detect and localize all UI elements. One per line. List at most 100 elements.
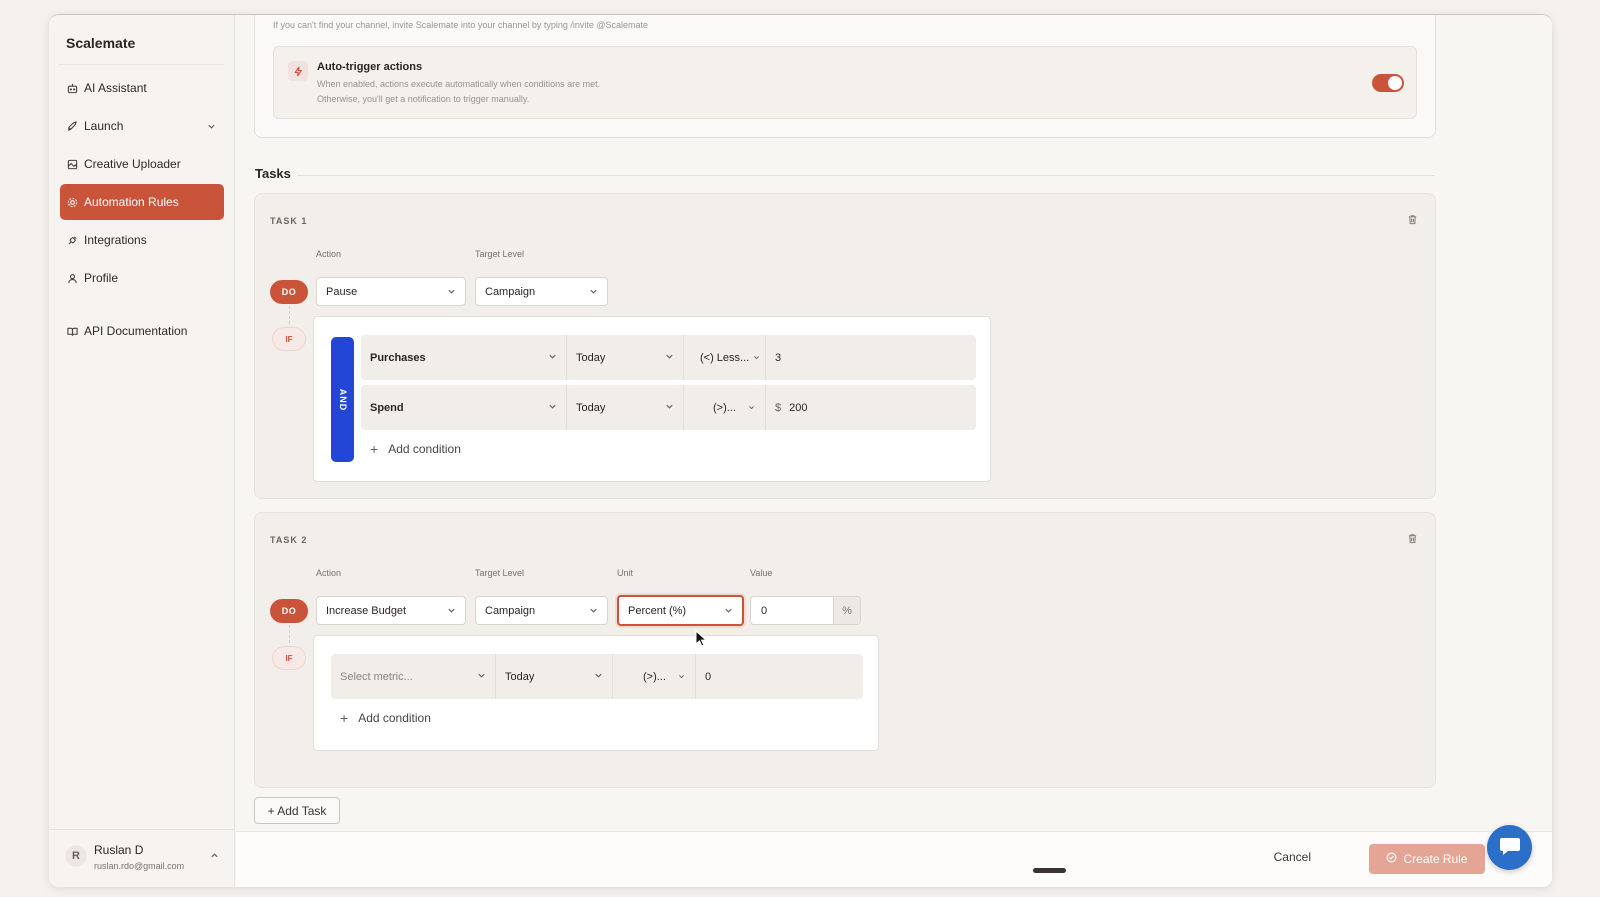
drag-handle[interactable] xyxy=(1033,868,1066,873)
task-label: TASK 2 xyxy=(270,535,308,545)
period-select[interactable]: Today xyxy=(496,654,613,699)
chevron-down-icon xyxy=(589,287,598,299)
chat-support-button[interactable] xyxy=(1487,825,1532,870)
connector xyxy=(289,625,290,643)
add-task-button[interactable]: + Add Task xyxy=(254,797,340,824)
chat-bubble-icon xyxy=(1499,836,1521,859)
target-level-select[interactable]: Campaign xyxy=(475,277,608,306)
user-menu[interactable]: R Ruslan D ruslan.rdo@gmail.com xyxy=(49,829,235,887)
condition-value-input[interactable]: 3 xyxy=(766,335,976,380)
sidebar-item-label: Automation Rules xyxy=(84,195,179,209)
create-rule-label: Create Rule xyxy=(1403,852,1468,866)
brand-name: Scalemate xyxy=(66,35,136,51)
task-card-1: TASK 1 Action Target Level DO Pause Camp… xyxy=(254,193,1436,499)
if-badge: IF xyxy=(272,327,306,351)
action-label: Action xyxy=(316,568,342,578)
metric-select[interactable]: Purchases xyxy=(361,335,567,380)
sidebar-item-launch[interactable]: Launch xyxy=(60,108,224,144)
period-value: Today xyxy=(576,351,606,364)
user-name: Ruslan D xyxy=(94,843,144,857)
unit-value: Percent (%) xyxy=(628,604,687,617)
value-input[interactable]: 0 % xyxy=(750,596,861,625)
and-operator-toggle[interactable]: AND xyxy=(331,337,354,462)
operator-select[interactable]: (<) Less... xyxy=(684,335,766,380)
auto-trigger-description: Otherwise, you'll get a notification to … xyxy=(317,94,530,104)
action-select[interactable]: Increase Budget xyxy=(316,596,466,625)
auto-trigger-panel: Auto-trigger actions When enabled, actio… xyxy=(273,46,1417,119)
rocket-icon xyxy=(66,120,78,132)
trash-icon[interactable] xyxy=(1407,533,1418,547)
chevron-down-icon xyxy=(477,671,486,683)
sidebar-item-automation-rules[interactable]: Automation Rules xyxy=(60,184,224,220)
sidebar-item-ai-assistant[interactable]: AI Assistant xyxy=(60,70,224,106)
chevron-down-icon xyxy=(678,671,685,683)
target-level-value: Campaign xyxy=(485,285,536,298)
action-label: Action xyxy=(316,249,342,259)
sidebar: Scalemate AI Assistant Launch Creative U… xyxy=(49,15,235,887)
tasks-heading: Tasks xyxy=(255,166,291,181)
chevron-up-icon[interactable] xyxy=(210,849,219,863)
operator-select[interactable]: (>)... xyxy=(613,654,696,699)
action-value: Pause xyxy=(326,285,358,298)
condition-value: 200 xyxy=(789,401,808,414)
sidebar-item-profile[interactable]: Profile xyxy=(60,260,224,296)
plug-icon xyxy=(66,234,78,246)
sidebar-item-integrations[interactable]: Integrations xyxy=(60,222,224,258)
plus-icon: + xyxy=(370,441,379,457)
user-icon xyxy=(66,272,78,284)
period-select[interactable]: Today xyxy=(567,385,684,430)
task-label: TASK 1 xyxy=(270,216,308,226)
metric-value: Spend xyxy=(370,401,404,414)
chevron-down-icon xyxy=(753,352,760,364)
target-level-label: Target Level xyxy=(475,568,525,578)
value-label: Value xyxy=(750,568,773,578)
metric-select[interactable]: Select metric... xyxy=(331,654,496,699)
auto-trigger-title: Auto-trigger actions xyxy=(317,61,423,73)
value-text: 0 xyxy=(761,605,768,617)
condition-value-input[interactable]: 0 xyxy=(696,654,863,699)
period-select[interactable]: Today xyxy=(567,335,684,380)
operator-select[interactable]: (>)... xyxy=(684,385,766,430)
chevron-down-icon xyxy=(548,352,557,364)
do-badge: DO xyxy=(270,599,308,623)
chevron-down-icon xyxy=(748,402,755,414)
sidebar-item-label: Launch xyxy=(84,119,124,133)
condition-row: Select metric... Today (>)... 0 xyxy=(331,654,863,699)
unit-select[interactable]: Percent (%) xyxy=(617,595,744,626)
metric-value: Purchases xyxy=(370,351,426,364)
notification-settings-card: If you can't find your channel, invite S… xyxy=(254,15,1436,138)
target-level-select[interactable]: Campaign xyxy=(475,596,608,625)
channel-hint: If you can't find your channel, invite S… xyxy=(273,20,649,30)
operator-value: (>)... xyxy=(713,401,736,414)
condition-value-input[interactable]: $ 200 xyxy=(766,385,976,430)
plus-icon: + xyxy=(340,710,349,726)
sidebar-item-api-documentation[interactable]: API Documentation xyxy=(60,313,224,349)
if-badge: IF xyxy=(272,646,306,670)
mouse-cursor-icon xyxy=(695,629,708,651)
chevron-down-icon xyxy=(594,671,603,683)
percent-suffix: % xyxy=(833,597,860,624)
user-email: ruslan.rdo@gmail.com xyxy=(94,861,185,871)
chevron-down-icon xyxy=(665,352,674,364)
sidebar-item-label: Profile xyxy=(84,271,119,285)
main-content: If you can't find your channel, invite S… xyxy=(236,15,1552,887)
auto-trigger-toggle[interactable] xyxy=(1372,74,1404,92)
chevron-down-icon[interactable] xyxy=(207,120,216,134)
target-level-label: Target Level xyxy=(475,249,525,259)
condition-row: Purchases Today (<) Less... 3 xyxy=(361,335,976,380)
add-condition-button[interactable]: + Add condition xyxy=(370,441,461,457)
cancel-button[interactable]: Cancel xyxy=(1274,850,1311,864)
create-rule-button[interactable]: Create Rule xyxy=(1369,844,1485,874)
sidebar-item-creative-uploader[interactable]: Creative Uploader xyxy=(60,146,224,182)
action-value: Increase Budget xyxy=(326,604,407,617)
toggle-knob xyxy=(1388,76,1402,90)
period-value: Today xyxy=(576,401,606,414)
auto-trigger-description: When enabled, actions execute automatica… xyxy=(317,79,601,89)
chevron-down-icon xyxy=(665,402,674,414)
metric-select[interactable]: Spend xyxy=(361,385,567,430)
conditions-box: AND Purchases Today (<) Less... 3 Spend … xyxy=(313,316,991,482)
trash-icon[interactable] xyxy=(1407,214,1418,228)
sidebar-item-label: AI Assistant xyxy=(84,81,147,95)
add-condition-button[interactable]: + Add condition xyxy=(340,710,431,726)
action-select[interactable]: Pause xyxy=(316,277,466,306)
